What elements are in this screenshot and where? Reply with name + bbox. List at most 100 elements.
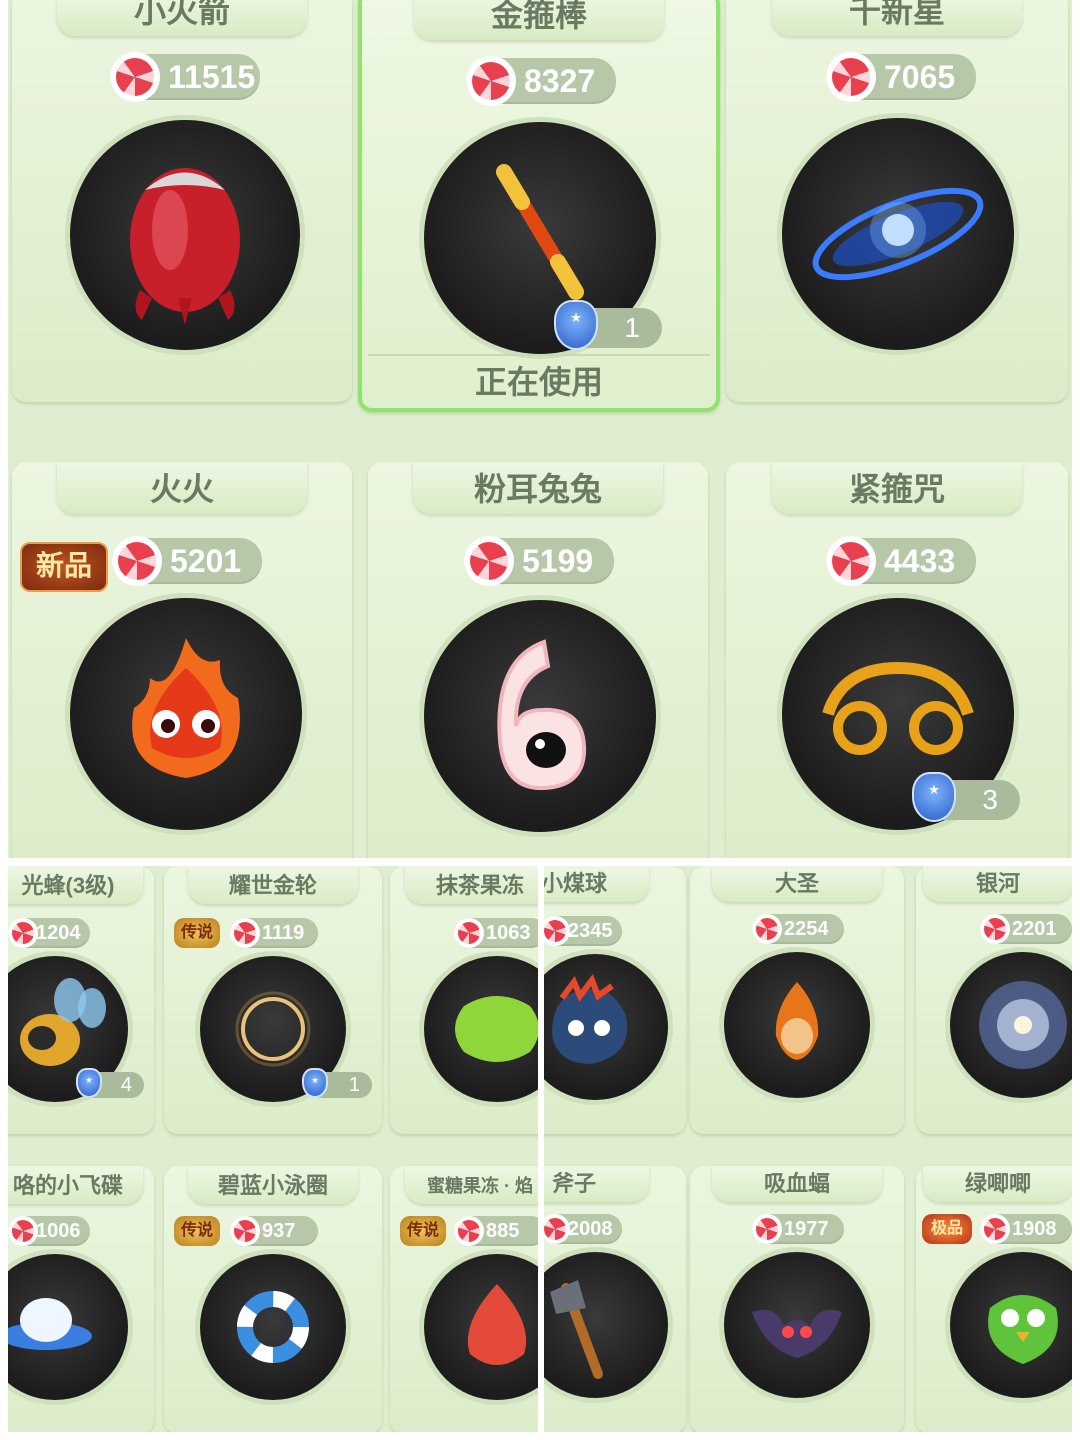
item-card-golden-headband[interactable]: 紧箍咒 4433 3 — [726, 462, 1068, 858]
item-icon-circle — [70, 598, 302, 830]
item-name: 金箍棒 — [490, 0, 587, 33]
item-name: 大圣 — [774, 871, 819, 896]
price-value: 2345 — [568, 920, 613, 942]
shield-icon — [76, 1068, 102, 1098]
item-card-honey-jelly-flame[interactable]: 蜜糖果冻 · 焰 885 传说 — [390, 1166, 538, 1432]
item-name: 绿唧唧 — [964, 1171, 1031, 1196]
candy-currency-icon — [980, 914, 1010, 944]
top-shop-panel: 小火箭 11515 金箍棒 8327 1 ★ 正在使用 千新星 7065 火火 … — [8, 0, 1072, 858]
item-name-tab: 粉耳兔兔 — [413, 462, 663, 514]
price-value: 8327 — [524, 63, 596, 99]
item-card-golden-wheel[interactable]: 耀世金轮 1119 传说 1 — [164, 866, 382, 1134]
item-name-tab: 蜜糖果冻 · 焰 — [405, 1166, 538, 1204]
candy-currency-icon — [112, 536, 162, 586]
item-card-light-bee[interactable]: 光蜂(3级) 1204 4 — [8, 866, 154, 1134]
monkey-king-icon — [775, 982, 819, 1060]
item-name-tab: 碧蓝小泳圈 — [188, 1166, 358, 1204]
tag-label: 极品 — [930, 1220, 963, 1237]
item-name-tab: 千新星 — [772, 0, 1022, 36]
item-name: 光蜂(3级) — [21, 873, 115, 898]
candy-currency-icon — [980, 1214, 1010, 1244]
item-card-green-chirp[interactable]: 绿唧唧 1908 极品 — [916, 1166, 1072, 1432]
bottom-left-shop-panel: 光蜂(3级) 1204 4 耀世金轮 1119 传说 — [8, 866, 538, 1432]
item-name-tab: 光蜂(3级) — [8, 866, 143, 904]
premium-tag: 极品 — [922, 1214, 972, 1244]
shield-icon — [912, 772, 956, 822]
item-icon-circle — [544, 954, 668, 1100]
candy-currency-icon — [466, 56, 516, 106]
item-card-supernova[interactable]: 千新星 7065 — [726, 0, 1068, 402]
item-name-tab: 火火 — [57, 462, 307, 514]
price-value: 937 — [262, 1220, 296, 1242]
item-icon-circle — [950, 1252, 1072, 1398]
item-card-golden-staff[interactable]: 金箍棒 8327 1 正在使用 — [358, 0, 720, 412]
item-name-tab: 银河 — [923, 866, 1072, 902]
candy-currency-icon — [230, 1216, 260, 1246]
item-card-rocket[interactable]: 小火箭 11515 — [12, 0, 352, 402]
price-value: 2201 — [1012, 918, 1057, 940]
green-bird-icon — [988, 1295, 1058, 1364]
galaxy-icon — [812, 187, 984, 281]
candy-currency-icon — [464, 536, 514, 586]
item-icon-circle — [424, 600, 656, 832]
candy-currency-icon — [752, 1214, 782, 1244]
divider — [368, 354, 710, 356]
level-value: 1 — [624, 312, 640, 343]
price-value: 2008 — [568, 1218, 613, 1240]
item-name-tab: 斧子 — [544, 1166, 649, 1202]
item-icon-circle — [70, 120, 300, 350]
item-icon-circle — [724, 952, 870, 1098]
item-card-axe[interactable]: 斧子 2008 — [544, 1166, 686, 1432]
item-name-tab: 紧箍咒 — [772, 462, 1022, 514]
candy-currency-icon — [8, 918, 38, 948]
legend-tag: 传说 — [174, 1216, 220, 1246]
bunny-ear-icon — [497, 639, 587, 791]
item-name-tab: 吸血蝠 — [712, 1166, 882, 1202]
candy-currency-icon — [752, 914, 782, 944]
candy-currency-icon — [8, 1216, 38, 1246]
tag-label: 传说 — [180, 1222, 213, 1239]
item-icon-circle — [782, 118, 1014, 350]
price-value: 1119 — [262, 922, 305, 944]
item-card-ufo[interactable]: 咯的小飞碟 1006 — [8, 1166, 154, 1432]
item-card-pink-bunny[interactable]: 粉耳兔兔 5199 — [368, 462, 708, 858]
item-card-swim-ring[interactable]: 碧蓝小泳圈 937 传说 — [164, 1166, 382, 1432]
divider — [0, 858, 1080, 866]
price-value: 2254 — [784, 918, 829, 940]
item-name: 火火 — [149, 471, 214, 507]
item-icon-circle — [724, 1252, 870, 1398]
item-name-tab: 耀世金轮 — [188, 866, 358, 904]
price-value: 5201 — [170, 543, 242, 579]
price-value: 885 — [486, 1220, 520, 1242]
swim-ring-icon — [237, 1291, 309, 1363]
item-card-fire[interactable]: 火火 5201 新品 — [12, 462, 352, 858]
item-name: 斧子 — [551, 1171, 596, 1196]
item-card-matcha-jelly[interactable]: 抹茶果冻 1063 — [390, 866, 538, 1134]
candy-currency-icon — [110, 52, 160, 102]
green-jelly-icon — [455, 996, 538, 1062]
item-card-vampire-bat[interactable]: 吸血蝠 1977 — [690, 1166, 904, 1432]
item-name-tab: 咯的小飞碟 — [8, 1166, 143, 1204]
candy-currency-icon — [826, 52, 876, 102]
legend-tag: 传说 — [174, 918, 220, 948]
shield-icon — [554, 300, 598, 350]
item-icon-circle — [950, 952, 1072, 1098]
spiral-galaxy-icon — [979, 981, 1067, 1069]
item-name-tab: 大圣 — [712, 866, 882, 902]
candy-currency-icon — [454, 1216, 484, 1246]
item-name: 紧箍咒 — [848, 471, 945, 507]
item-icon-circle — [424, 1254, 538, 1400]
item-card-milky-way[interactable]: 银河 2201 — [916, 866, 1072, 1134]
item-card-coal-ball[interactable]: 小煤球 2345 — [544, 866, 686, 1134]
fire-creature-icon — [132, 638, 240, 778]
price-value: 1006 — [36, 1220, 81, 1242]
red-jelly-icon — [467, 1284, 527, 1365]
axe-icon — [550, 1280, 603, 1379]
price-value: 1063 — [486, 922, 531, 944]
item-card-great-sage[interactable]: 大圣 2254 — [690, 866, 904, 1134]
tag-label: 传说 — [406, 1222, 439, 1239]
item-icon-circle — [8, 1254, 128, 1400]
item-name: 小火箭 — [133, 0, 230, 29]
coal-monster-icon — [552, 973, 628, 1064]
item-name: 小煤球 — [544, 871, 607, 896]
